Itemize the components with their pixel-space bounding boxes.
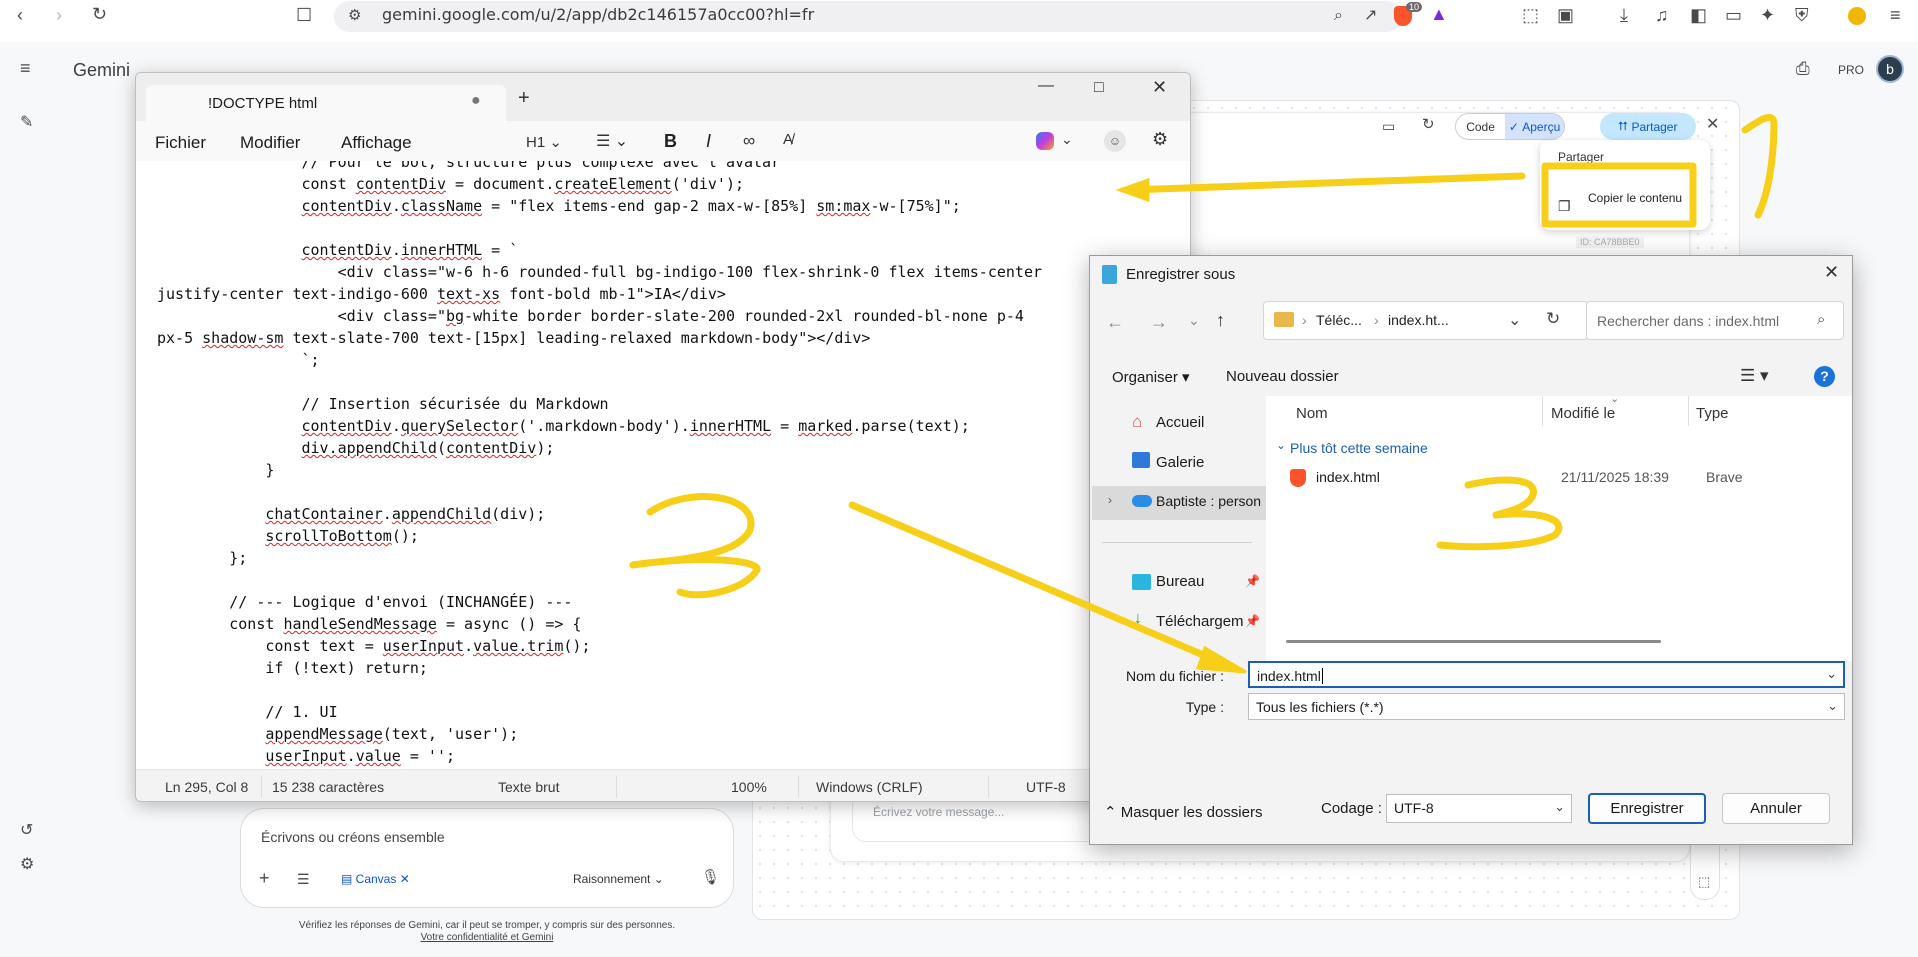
arrow-head: [1115, 177, 1150, 203]
number-two-mark: [629, 493, 761, 599]
number-one-mark: [1741, 114, 1778, 219]
number-three-mark: [1436, 476, 1563, 551]
highlight-box: [1541, 162, 1697, 228]
arrow-line: [848, 501, 1219, 664]
arrow-line: [1126, 172, 1526, 194]
arrow-head: [1195, 645, 1247, 674]
annotation-overlay: [629, 114, 1778, 674]
